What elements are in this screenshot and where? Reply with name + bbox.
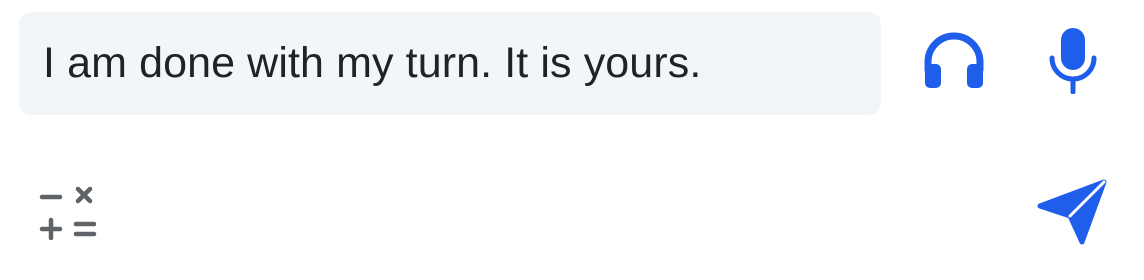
microphone-icon xyxy=(1049,28,1097,94)
headphones-button[interactable] xyxy=(918,28,990,92)
microphone-button[interactable] xyxy=(1040,24,1106,96)
math-keyboard-button[interactable] xyxy=(34,182,100,242)
message-input[interactable]: I am done with my turn. It is yours. xyxy=(19,12,881,115)
headphones-icon xyxy=(924,32,984,88)
send-button[interactable] xyxy=(1032,176,1112,248)
chat-composer: I am done with my turn. It is yours. xyxy=(0,0,1144,280)
math-operators-icon xyxy=(39,186,97,240)
send-icon xyxy=(1037,179,1107,245)
message-text: I am done with my turn. It is yours. xyxy=(43,39,702,87)
